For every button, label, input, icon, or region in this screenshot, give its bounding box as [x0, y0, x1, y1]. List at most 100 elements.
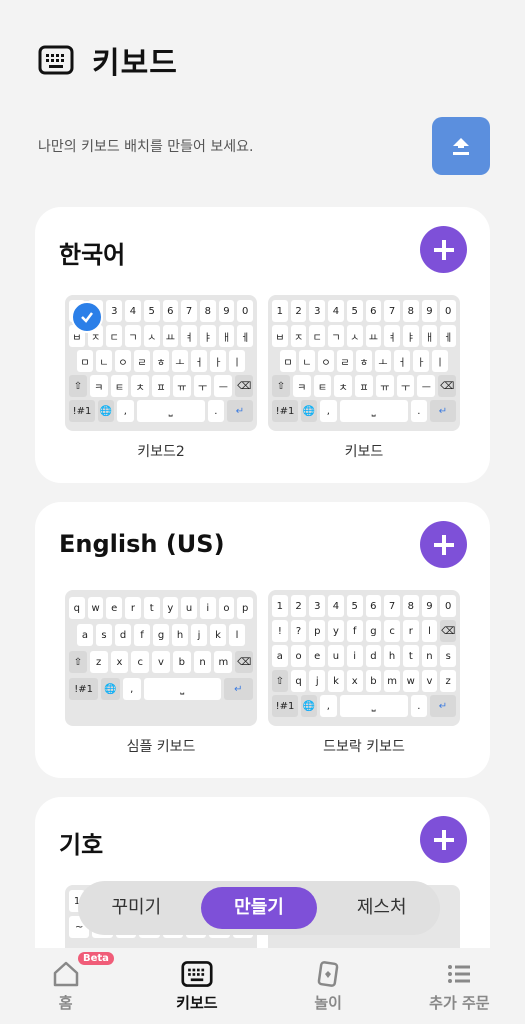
space-key: ⎵: [136, 400, 205, 422]
key: ㄷ: [106, 325, 123, 347]
key: ㅈ: [290, 325, 307, 347]
key: ㅅ: [346, 325, 363, 347]
plus-icon: [433, 239, 454, 260]
add-keyboard-button[interactable]: [420, 521, 467, 568]
enter-icon: ↵: [430, 400, 456, 422]
key: v: [421, 670, 438, 692]
key: r: [125, 597, 141, 619]
nav-more[interactable]: 추가 주문: [394, 948, 525, 1024]
key: 7: [384, 300, 400, 322]
tab-customize[interactable]: 꾸미기: [78, 887, 195, 929]
key: .: [410, 695, 427, 717]
key: ,: [320, 400, 337, 422]
key: x: [110, 651, 129, 673]
keyboard-thumbnail[interactable]: 1234567890 !? p y f g c r l ⌫ aoeuidhtns ⇧ q j k x b m…: [268, 590, 460, 726]
key: ㅣ: [432, 350, 448, 372]
globe-icon: 🌐: [101, 678, 120, 700]
key: ㅁ: [77, 350, 93, 372]
key: s: [440, 645, 457, 667]
tab-create[interactable]: 만들기: [200, 887, 318, 929]
key: f: [134, 624, 150, 646]
backspace-icon: ⌫: [438, 375, 457, 397]
key: ,: [117, 400, 134, 422]
nav-home[interactable]: Beta 홈: [0, 948, 131, 1024]
key: 7: [181, 300, 197, 322]
key: 4: [328, 300, 344, 322]
key: ㅌ: [313, 375, 332, 397]
key: ㅌ: [110, 375, 129, 397]
key: 6: [162, 300, 179, 322]
key: ㅅ: [143, 325, 160, 347]
keyboard-thumbnail[interactable]: 1234567890 ㅂㅈㄷㄱㅅㅛㅕㅑㅐㅔ ㅁㄴㅇㄹㅎㅗㅓㅏㅣ ⇧ㅋㅌㅊㅍㅠㅜㅡ…: [268, 295, 460, 431]
key: 1: [272, 595, 288, 617]
key: i: [346, 645, 363, 667]
space-key: ⎵: [339, 400, 408, 422]
key: h: [384, 645, 400, 667]
key: i: [199, 597, 216, 619]
nav-play[interactable]: 놀이: [263, 948, 394, 1024]
key: k: [210, 624, 226, 646]
bottom-nav: Beta 홈 키보드 놀이 추가 주문: [0, 948, 525, 1024]
key: p: [237, 597, 254, 619]
key: ㅗ: [172, 350, 188, 372]
backspace-icon: ⌫: [235, 651, 254, 673]
key: 4: [328, 595, 344, 617]
enter-icon: ↵: [223, 678, 253, 700]
nav-label: 추가 주문: [429, 994, 490, 1012]
keyboard-icon: [181, 961, 213, 987]
key: ㄱ: [125, 325, 141, 347]
key: 0: [237, 300, 254, 322]
shift-key: ⇧: [69, 651, 87, 673]
key: u: [181, 597, 197, 619]
key: o: [218, 597, 235, 619]
key: p: [309, 620, 326, 642]
key: ㄹ: [134, 350, 150, 372]
key: ㄴ: [299, 350, 315, 372]
backspace-icon: ⌫: [440, 620, 457, 642]
key: ㄱ: [328, 325, 344, 347]
key: 5: [346, 300, 363, 322]
key: .: [207, 400, 224, 422]
key: 4: [125, 300, 141, 322]
nav-label: 놀이: [314, 994, 342, 1012]
backspace-icon: ⌫: [235, 375, 254, 397]
symbol-key: !#1: [272, 695, 298, 717]
key: ㅎ: [356, 350, 372, 372]
key: b: [365, 670, 382, 692]
key: n: [193, 651, 212, 673]
section-korean: 한국어 1234567890 ㅂㅈㄷㄱㅅㅛㅕㅑㅐㅔ ㅁㄴㅇㄹㅎㅗㅓㅏㅣ ⇧ㅋㅌㅊ…: [35, 207, 490, 483]
add-keyboard-button[interactable]: [420, 816, 467, 863]
key: ㅓ: [394, 350, 410, 372]
key: e: [309, 645, 326, 667]
upload-icon: [453, 138, 469, 155]
key: ㅏ: [210, 350, 226, 372]
key: k: [328, 670, 344, 692]
section-title: 한국어: [59, 241, 126, 269]
key: ,: [122, 678, 141, 700]
upload-button[interactable]: [432, 117, 490, 175]
key: j: [191, 624, 207, 646]
key: 8: [199, 300, 216, 322]
key: j: [309, 670, 326, 692]
key: n: [421, 645, 438, 667]
section-english: English (US) qwertyuiop asdfghjkl ⇧ z x c v b…: [35, 502, 490, 778]
key: 1: [272, 300, 288, 322]
key: 6: [365, 300, 382, 322]
key: v: [152, 651, 170, 673]
key: ㅊ: [334, 375, 353, 397]
key: ㅂ: [272, 325, 288, 347]
key: ㅡ: [214, 375, 233, 397]
shift-key: ⇧: [69, 375, 87, 397]
tab-gesture[interactable]: 제스처: [323, 887, 440, 929]
key: m: [384, 670, 400, 692]
key: 9: [218, 300, 235, 322]
add-keyboard-button[interactable]: [420, 226, 467, 273]
keyboard-thumbnail[interactable]: qwertyuiop asdfghjkl ⇧ z x c v b n m ⌫ !#1 🌐, ⎵ ↵: [65, 590, 257, 726]
shift-key: ⇧: [272, 670, 288, 692]
key: t: [143, 597, 160, 619]
key: ㅕ: [384, 325, 400, 347]
nav-keyboard[interactable]: 키보드: [131, 948, 262, 1024]
key: d: [365, 645, 382, 667]
key: q: [69, 597, 85, 619]
key: ㄹ: [337, 350, 353, 372]
